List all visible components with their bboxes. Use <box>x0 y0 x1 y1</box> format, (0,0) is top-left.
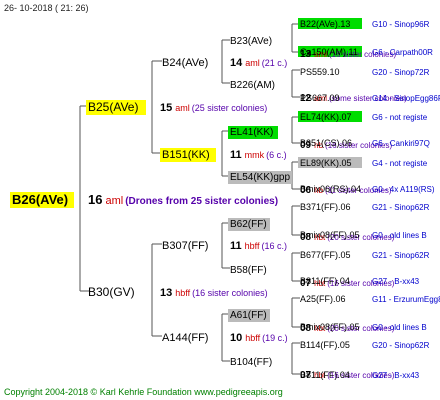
gen4-node: EL74(KK).07 <box>300 112 352 122</box>
gen4-node: B371(FF).06 <box>300 202 351 212</box>
timestamp: 26- 10-2018 ( 21: 26) <box>4 3 89 13</box>
gen4-node: PS559.10 <box>300 67 340 77</box>
gen4-node: EL89(KK).05 <box>300 158 352 168</box>
gen4-node: B811(FF).04 <box>300 276 350 286</box>
gen4-id: G20 - Sinop72R <box>372 68 430 77</box>
gen4-id: G6 - Carpath00R <box>372 48 433 57</box>
pedigree-diagram: B26(AVe) 16 aml (Drones from 25 sister colo… <box>10 18 440 381</box>
gen2-info: 11 hbff (16 c.) <box>230 240 287 252</box>
gen4-node: B677(FF).05 <box>300 250 351 260</box>
gen4-node: B351(CS).06 <box>300 138 352 148</box>
gen4-node: Bmix08(FF).05 <box>300 322 360 332</box>
gen3-node: A61(FF) <box>230 310 267 321</box>
gen3-node: B23(AVe) <box>230 36 272 47</box>
gen3-node: EL41(KK) <box>230 127 273 138</box>
gen4-id: G6 - not registe <box>372 113 428 122</box>
gen4-node: B114(FF).05 <box>300 340 350 350</box>
gen1-info: 13 hbff (16 sister colonies) <box>160 287 268 299</box>
gen4-id: G20 - Sinop62R <box>372 341 430 350</box>
gen1-node: B25(AVe) <box>88 100 138 114</box>
gen3-node: B62(FF) <box>230 219 267 230</box>
gen1-node: B30(GV) <box>88 285 135 299</box>
root-info: 16 aml (Drones from 25 sister colonies) <box>88 192 278 207</box>
gen2-info: 11 mmk (6 c.) <box>230 149 287 161</box>
gen3-node: B104(FF) <box>230 357 272 368</box>
gen3-node: B58(FF) <box>230 265 267 276</box>
copyright: Copyright 2004-2018 © Karl Kehrle Founda… <box>4 387 283 397</box>
gen4-node: A25(FF).06 <box>300 294 346 304</box>
gen4-id: G0 - old lines B <box>372 231 427 240</box>
gen4-id: G14 - SinopEgg86R <box>372 94 440 103</box>
root-node: B26(AVe) <box>12 192 68 207</box>
gen3-node: EL54(KK)gpp <box>230 172 290 183</box>
gen2-node: B151(KK) <box>162 149 210 161</box>
gen2-node: B24(AVe) <box>162 57 208 69</box>
gen2-node: A144(FF) <box>162 332 208 344</box>
gen2-node: B307(FF) <box>162 240 208 252</box>
gen4-node: B811(FF).04 <box>300 370 350 380</box>
gen2-info: 10 hbff (19 c.) <box>230 332 288 344</box>
gen4-node: Bmix08(FF).05 <box>300 230 360 240</box>
gen4-id: G11 - ErzurumEgg8 <box>372 295 440 304</box>
gen4-node: B22(AVe).13 <box>300 19 350 29</box>
gen4-id: G10 - Sinop96R <box>372 20 430 29</box>
gen4-id: G21 - Sinop62R <box>372 203 430 212</box>
gen4-id: G0 - 4x A119(RS) <box>372 185 435 194</box>
gen4-id: G21 - Sinop62R <box>372 251 430 260</box>
gen4-node: Ca150(AM).11 <box>300 47 358 57</box>
gen3-node: B226(AM) <box>230 80 275 91</box>
gen4-node: PS667.09 <box>300 93 340 103</box>
gen4-id: G27 - B-xx43 <box>372 277 420 286</box>
gen4-id: G27 - B-xx43 <box>372 371 420 380</box>
gen1-info: 15 aml (25 sister colonies) <box>160 102 267 114</box>
gen4-id: G4 - not registe <box>372 159 428 168</box>
gen2-info: 14 aml (21 c.) <box>230 57 287 69</box>
gen4-node: Bmix06(RS).04 <box>300 184 361 194</box>
gen4-id: G6 - Cankiri97Q <box>372 139 430 148</box>
gen4-id: G0 - old lines B <box>372 323 427 332</box>
